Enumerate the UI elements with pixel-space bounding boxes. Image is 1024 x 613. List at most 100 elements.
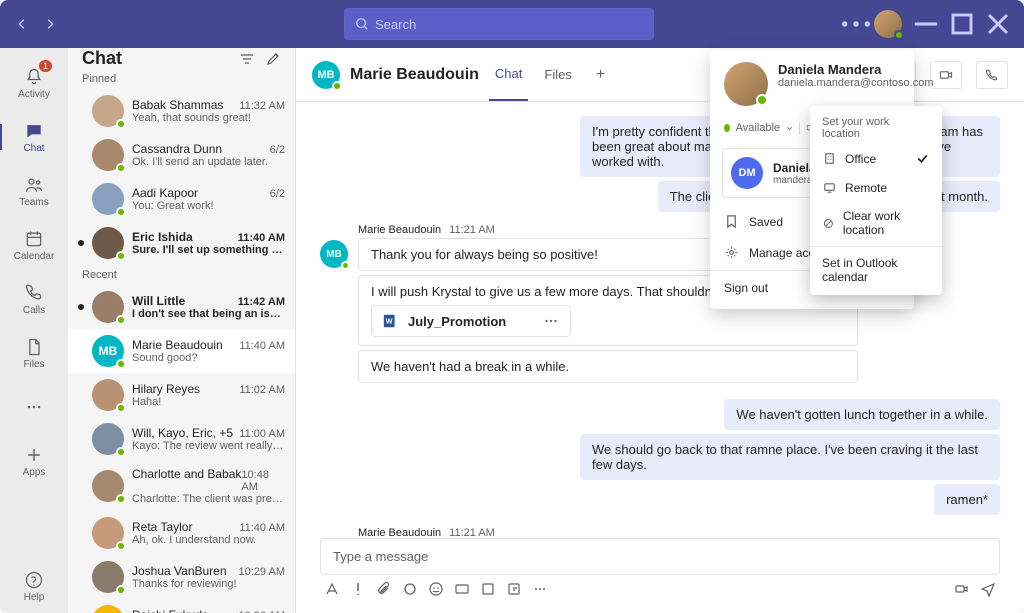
rail-calendar[interactable]: Calendar [0, 218, 68, 272]
phone-icon [24, 283, 44, 303]
emoji-button[interactable] [428, 581, 444, 597]
chat-name: Aadi Kapoor [132, 186, 198, 200]
format-button[interactable] [324, 581, 340, 597]
chat-avatar [92, 227, 124, 259]
presence-available-icon [724, 124, 730, 132]
rail-calendar-label: Calendar [14, 251, 55, 262]
rail-files-label: Files [23, 359, 44, 370]
sticker-button[interactable] [480, 581, 496, 597]
window-close-button[interactable] [980, 10, 1016, 38]
location-remote-item[interactable]: Remote [810, 173, 942, 202]
window-maximize-button[interactable] [944, 10, 980, 38]
attach-button[interactable] [376, 581, 392, 597]
presence-indicator-icon [116, 541, 126, 551]
chat-preview: You: Great work! [132, 200, 285, 212]
filter-icon[interactable] [239, 51, 255, 67]
file-attachment[interactable]: W July_Promotion [371, 305, 571, 337]
chat-list-item[interactable]: Charlotte and Babak10:48 AMCharlotte: Th… [68, 461, 295, 511]
tab-chat[interactable]: Chat [489, 48, 528, 101]
chat-list-item[interactable]: Will, Kayo, Eric, +511:00 AMKayo: The re… [68, 417, 295, 461]
sender-avatar: MB [320, 240, 348, 268]
chat-time: 11:40 AM [238, 232, 285, 244]
location-office-item[interactable]: Office [810, 144, 942, 173]
rail-teams[interactable]: Teams [0, 164, 68, 218]
rail-calls[interactable]: Calls [0, 272, 68, 326]
chat-time: 11:42 AM [238, 296, 285, 308]
chat-name: Marie Beaudouin [132, 338, 223, 352]
chat-list-item[interactable]: MBMarie Beaudouin11:40 AMSound good? [68, 329, 295, 373]
chat-list-item[interactable]: Eric Ishida11:40 AMSure. I'll set up som… [68, 221, 295, 265]
chat-list-item[interactable]: Hilary Reyes11:02 AMHaha! [68, 373, 295, 417]
chat-preview: Yeah, that sounds great! [132, 112, 285, 124]
chat-list-item[interactable]: Reta Taylor11:40 AMAh, ok. I understand … [68, 511, 295, 555]
bookmark-icon [724, 214, 739, 229]
chat-list-item[interactable]: Cassandra Dunn6/2Ok. I'll send an update… [68, 133, 295, 177]
rail-help[interactable]: Help [0, 559, 68, 613]
chat-name: Cassandra Dunn [132, 142, 222, 156]
tab-files[interactable]: Files [538, 48, 577, 101]
chat-list-item[interactable]: Aadi Kapoor6/2You: Great work! [68, 177, 295, 221]
rail-activity[interactable]: 1 Activity [0, 56, 68, 110]
chat-preview: Sure. I'll set up something for next wee… [132, 244, 285, 256]
office-icon [822, 151, 837, 166]
chat-avatar [92, 139, 124, 171]
more-icon [24, 397, 44, 417]
loop-button[interactable] [402, 581, 418, 597]
help-icon [24, 570, 44, 590]
presence-indicator-icon [116, 251, 126, 261]
location-clear-item[interactable]: Clear work location [810, 202, 942, 244]
app-rail: 1 Activity Chat Teams Calendar Calls [0, 48, 68, 613]
profile-avatar-button[interactable] [874, 10, 902, 38]
audio-call-button[interactable] [976, 61, 1008, 89]
nav-forward-button[interactable] [36, 10, 64, 38]
presence-status[interactable]: Available [736, 122, 780, 134]
more-button[interactable] [838, 10, 874, 38]
chat-avatar [92, 291, 124, 323]
presence-indicator-icon [116, 359, 126, 369]
location-outlook-item[interactable]: Set in Outlook calendar [810, 249, 942, 291]
chat-time: 10:48 AM [241, 469, 285, 493]
unread-dot-icon [78, 304, 84, 310]
chat-name: Charlotte and Babak [132, 467, 241, 481]
chat-name: Hilary Reyes [132, 382, 200, 396]
chat-preview: I don't see that being an issue. Can you… [132, 308, 285, 320]
sent-message: We should go back to that ramne place. I… [320, 434, 1000, 480]
conversation-title: Marie Beaudouin [350, 66, 479, 84]
chat-list-item[interactable]: Will Little11:42 AMI don't see that bein… [68, 285, 295, 329]
schedule-button[interactable] [506, 581, 522, 597]
search-box[interactable]: Search [344, 8, 654, 40]
activity-badge: 1 [39, 60, 52, 72]
sent-message: ramen* [320, 484, 1000, 515]
chat-preview: Kayo: The review went really well! Can't… [132, 440, 285, 452]
chat-avatar [92, 95, 124, 127]
rail-files[interactable]: Files [0, 326, 68, 380]
rail-more[interactable] [0, 380, 68, 434]
chat-list-item[interactable]: Joshua VanBuren10:29 AMThanks for review… [68, 555, 295, 599]
video-call-button[interactable] [930, 61, 962, 89]
add-tab-button[interactable]: + [588, 66, 613, 84]
sent-message: We haven't gotten lunch together in a wh… [320, 399, 1000, 430]
conversation-avatar: MB [312, 61, 340, 89]
presence-indicator-icon [116, 163, 126, 173]
compose-more-button[interactable] [532, 581, 548, 597]
window-minimize-button[interactable] [908, 10, 944, 38]
video-record-button[interactable] [954, 581, 970, 597]
files-icon [24, 337, 44, 357]
gif-button[interactable] [454, 581, 470, 597]
rail-apps[interactable]: Apps [0, 434, 68, 488]
nav-back-button[interactable] [8, 10, 36, 38]
gear-icon [724, 245, 739, 260]
rail-teams-label: Teams [19, 197, 48, 208]
presence-indicator-icon [116, 119, 126, 129]
presence-indicator-icon [116, 403, 126, 413]
chat-time: 11:02 AM [239, 384, 285, 396]
rail-chat[interactable]: Chat [0, 110, 68, 164]
new-chat-icon[interactable] [265, 51, 281, 67]
send-button[interactable] [980, 581, 996, 597]
chat-list-item[interactable]: DFDaichi Fukuda10:20 AMYou: Thank you! [68, 599, 295, 613]
chat-list-item[interactable]: Babak Shammas11:32 AMYeah, that sounds g… [68, 89, 295, 133]
compose-input[interactable]: Type a message [320, 538, 1000, 575]
file-more-icon[interactable] [542, 312, 560, 330]
chat-icon [24, 121, 44, 141]
priority-button[interactable] [350, 581, 366, 597]
